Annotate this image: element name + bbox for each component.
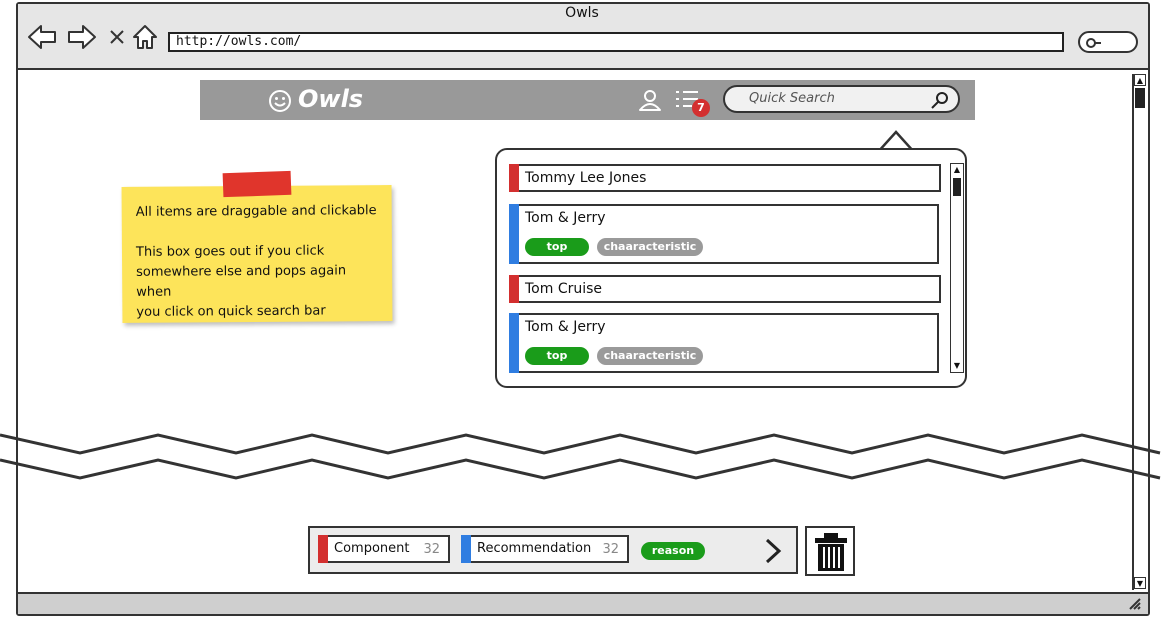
color-bar: [509, 313, 519, 373]
trash-icon: [815, 533, 847, 571]
note-text: This box goes out if you click: [135, 243, 325, 260]
search-icon: [1086, 38, 1101, 48]
result-item[interactable]: Tom & Jerry top chaaracteristic: [509, 313, 939, 373]
arrow-right-icon: [68, 25, 96, 49]
result-title: Tom Cruise: [525, 281, 603, 297]
chip-count: 32: [602, 542, 619, 557]
home-icon: [133, 25, 157, 49]
note-text: you click on quick search bar: [136, 303, 326, 320]
tag-top[interactable]: top: [525, 347, 589, 365]
smiley-icon: [269, 90, 291, 112]
app-logo[interactable]: Owls: [298, 85, 363, 113]
forward-button[interactable]: [66, 21, 98, 53]
color-bar: [318, 535, 328, 563]
result-item[interactable]: Tom & Jerry top chaaracteristic: [509, 204, 939, 264]
result-title: Tom & Jerry: [525, 319, 606, 335]
home-button[interactable]: [129, 21, 161, 53]
result-title: Tom & Jerry: [525, 210, 606, 226]
chip-count: 32: [423, 542, 440, 557]
chevron-right-icon[interactable]: [762, 537, 784, 565]
scroll-down-icon[interactable]: ▼: [1134, 577, 1146, 589]
tape-decoration: [222, 170, 292, 198]
search-icon[interactable]: [930, 90, 950, 110]
chip-label: Recommendation: [477, 541, 592, 556]
scroll-down-icon[interactable]: ▼: [951, 360, 963, 372]
color-bar: [461, 535, 471, 563]
note-text: somewhere else and pops again when: [136, 263, 347, 300]
tag-top[interactable]: top: [525, 238, 589, 256]
component-chip[interactable]: Component 32: [318, 535, 450, 563]
page-scrollbar[interactable]: [1132, 74, 1148, 590]
quick-search-input[interactable]: Quick Search: [723, 85, 960, 113]
status-bar: [18, 592, 1148, 614]
user-icon[interactable]: [637, 88, 663, 112]
result-title: Tommy Lee Jones: [525, 170, 647, 186]
note-text: All items are draggable and clickable: [135, 203, 377, 220]
recommendation-chip[interactable]: Recommendation 32: [461, 535, 629, 563]
result-item[interactable]: Tom Cruise: [509, 275, 941, 303]
scroll-up-icon[interactable]: ▲: [1134, 74, 1146, 86]
page-break-zigzag: [0, 433, 1161, 480]
sticky-note: All items are draggable and clickable Th…: [121, 185, 393, 323]
scroll-thumb[interactable]: [953, 178, 961, 196]
color-bar: [509, 275, 519, 303]
chip-label: Component: [334, 541, 410, 556]
notification-badge[interactable]: 7: [692, 99, 710, 117]
address-bar[interactable]: http://owls.com/: [168, 32, 1064, 52]
window-title: Owls: [565, 5, 599, 21]
scroll-up-icon[interactable]: ▲: [951, 164, 963, 176]
tag-characteristic[interactable]: chaaracteristic: [597, 238, 703, 256]
selection-bar: Component 32 Recommendation 32 reason: [308, 526, 798, 574]
color-bar: [509, 164, 519, 192]
scroll-thumb[interactable]: [1135, 88, 1145, 108]
color-bar: [509, 204, 519, 264]
search-results-popup: Tommy Lee Jones Tom & Jerry top chaaract…: [495, 148, 967, 388]
resize-grip-icon[interactable]: [1128, 597, 1142, 611]
back-button[interactable]: [26, 21, 58, 53]
close-icon: [110, 30, 124, 44]
arrow-left-icon: [28, 25, 56, 49]
result-item[interactable]: Tommy Lee Jones: [509, 164, 941, 192]
tag-reason[interactable]: reason: [641, 542, 705, 560]
tag-characteristic[interactable]: chaaracteristic: [597, 347, 703, 365]
